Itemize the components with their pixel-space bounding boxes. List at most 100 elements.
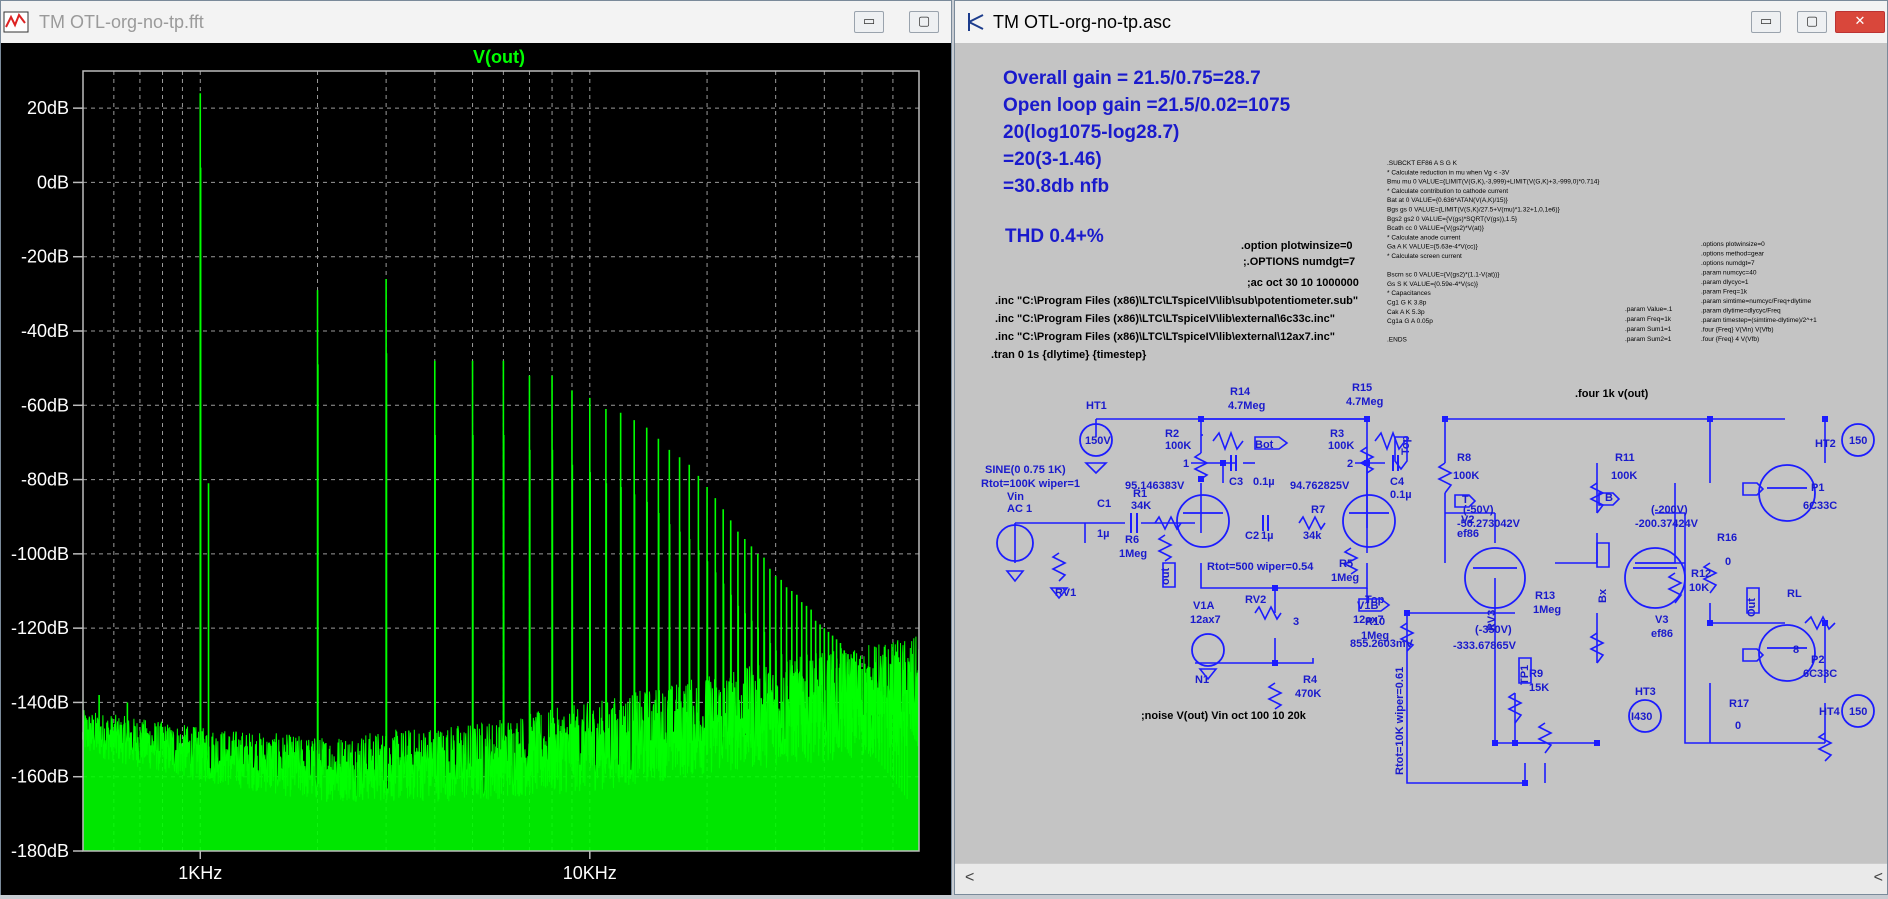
- lbl-node-3[interactable]: 3: [1293, 616, 1299, 628]
- chart-title-vout[interactable]: V(out): [473, 47, 525, 67]
- subckt-line[interactable]: Bat at 0 VALUE={0.636*ATAN(V(A,K)/15)}: [1387, 197, 1509, 204]
- directive-noise[interactable]: ;noise V(out) Vin oct 100 10 20k: [1141, 710, 1307, 722]
- lbl-minus350-actual[interactable]: -333.67865V: [1453, 640, 1517, 652]
- lbl-r6[interactable]: R6: [1125, 534, 1139, 546]
- directive-four[interactable]: .four 1k v(out): [1575, 388, 1649, 400]
- subckt-line[interactable]: Gs S K VALUE={0.59e-4*V(sc)}: [1387, 281, 1479, 288]
- subckt-line[interactable]: Cg1 G K 3.8p: [1387, 300, 1427, 307]
- lbl-r14[interactable]: R14: [1230, 386, 1251, 398]
- options-line[interactable]: .param dlytime=dlycyc/Freq: [1701, 308, 1781, 315]
- lbl-r5[interactable]: R5: [1339, 558, 1353, 570]
- lbl-r16[interactable]: R16: [1717, 532, 1737, 544]
- lbl-minus350[interactable]: (-350V): [1475, 624, 1512, 636]
- lbl-r4[interactable]: R4: [1303, 674, 1318, 686]
- lbl-r12[interactable]: R12: [1691, 568, 1711, 580]
- lbl-r1[interactable]: R1: [1133, 488, 1147, 500]
- lbl-ht4[interactable]: HT4: [1819, 706, 1841, 718]
- fft-plot-window[interactable]: TM OTL-org-no-tp.fft ▭ ▢ V(out) 20dB 0dB -…: [0, 0, 952, 895]
- param-text[interactable]: .param Value=.1 .param Freq=1k .param Sum1…: [1625, 306, 1673, 343]
- lbl-v1a[interactable]: V1A: [1193, 600, 1214, 612]
- subckt-line[interactable]: Bmu mu 0 VALUE={LIMIT(V(G,K),-3,999)+LIM…: [1387, 179, 1600, 186]
- lbl-r7[interactable]: R7: [1311, 504, 1325, 516]
- subckt-line[interactable]: .ENDS: [1387, 337, 1408, 344]
- lbl-c1[interactable]: C1: [1097, 498, 1111, 510]
- subckt-line[interactable]: Bscrn sc 0 VALUE={V(gs2)*(1.1-V(at))}: [1387, 272, 1500, 279]
- minimize-button[interactable]: ▭: [854, 11, 884, 33]
- directive-inc-potentiometer[interactable]: .inc "C:\Program Files (x86)\LTC\LTspice…: [995, 295, 1358, 307]
- schematic-drawing[interactable]: Overall gain = 21.5/0.75=28.7 Open loop …: [955, 43, 1887, 864]
- subckt-line[interactable]: * Capacitances: [1387, 290, 1431, 297]
- subckt-line[interactable]: * Calculate reduction in mu when Vg < -3…: [1387, 169, 1510, 176]
- directive-tran[interactable]: .tran 0 1s {dlytime} {timestep}: [991, 349, 1147, 361]
- options-line[interactable]: .options numdgt=7: [1701, 260, 1755, 267]
- scroll-right-arrow[interactable]: <: [1874, 869, 1883, 887]
- fft-chart[interactable]: V(out) 20dB 0dB -20dB -40dB -60dB -80dB -100dB…: [1, 43, 951, 895]
- options-line[interactable]: .four {Freq} V(Vin) V(Vfb): [1701, 327, 1774, 334]
- lbl-v3[interactable]: V3: [1655, 614, 1668, 626]
- lbl-minus50[interactable]: (-50V): [1463, 504, 1494, 516]
- lbl-top-flag[interactable]: Top: [1400, 435, 1412, 455]
- subckt-line[interactable]: Bcath cc 0 VALUE={V(gs2)*V(at)}: [1387, 225, 1485, 232]
- lbl-rtot-rv2[interactable]: Rtot=500 wiper=0.54: [1207, 561, 1314, 573]
- lbl-node-2[interactable]: 2: [1347, 458, 1353, 470]
- horizontal-scrollbar[interactable]: < <: [955, 863, 1887, 894]
- options-text[interactable]: .options plotwinsize=0 .options method=ge…: [1701, 241, 1817, 343]
- lbl-voltage-94[interactable]: 94.762825V: [1290, 480, 1350, 492]
- schematic-titlebar[interactable]: TM OTL-org-no-tp.asc ▭ ▢ ✕: [955, 1, 1887, 44]
- lbl-node-1[interactable]: 1: [1183, 458, 1189, 470]
- close-button[interactable]: ✕: [1835, 11, 1885, 33]
- directive-ac[interactable]: ;ac oct 30 10 1000000: [1247, 277, 1359, 289]
- note-overall-gain[interactable]: Overall gain = 21.5/0.75=28.7: [1003, 68, 1261, 89]
- maximize-button[interactable]: ▢: [909, 11, 939, 33]
- options-line[interactable]: .param simtime=numcyc/Freq+dlytime: [1701, 298, 1812, 305]
- scroll-left-arrow[interactable]: <: [965, 869, 974, 887]
- directive-option-plotwinsize[interactable]: .option plotwinsize=0: [1241, 240, 1353, 252]
- subckt-line[interactable]: * Calculate anode current: [1387, 234, 1461, 241]
- lbl-r15[interactable]: R15: [1352, 382, 1372, 394]
- lbl-r10[interactable]: R10: [1365, 616, 1385, 628]
- schematic-canvas[interactable]: Overall gain = 21.5/0.75=28.7 Open loop …: [955, 43, 1887, 864]
- subckt-line[interactable]: Cak A K 5.3p: [1387, 309, 1425, 316]
- lbl-rtot-rv3[interactable]: Rtot=10K wiper=0.61: [1394, 667, 1406, 775]
- subckt-line[interactable]: .SUBCKT EF86 A S G K: [1387, 160, 1458, 167]
- lbl-sine[interactable]: SINE(0 0.75 1K): [985, 464, 1066, 476]
- lbl-r8[interactable]: R8: [1457, 452, 1471, 464]
- param-line[interactable]: .param Sum2=1: [1625, 336, 1672, 343]
- options-line[interactable]: .four {Freq} 4 V(Vfb): [1701, 336, 1759, 343]
- note-calc-2[interactable]: =20(3-1.46): [1003, 149, 1102, 170]
- lbl-p1[interactable]: P1: [1811, 482, 1824, 494]
- directive-inc-6c33c[interactable]: .inc "C:\Program Files (x86)\LTC\LTspice…: [995, 313, 1335, 325]
- lbl-rtot-rv1[interactable]: Rtot=100K wiper=1: [981, 478, 1080, 490]
- lbl-bx-flag[interactable]: Bx: [1597, 588, 1609, 603]
- minimize-button[interactable]: ▭: [1751, 11, 1781, 33]
- lbl-ht3[interactable]: HT3: [1635, 686, 1656, 698]
- lbl-r2[interactable]: R2: [1165, 428, 1179, 440]
- lbl-r3[interactable]: R3: [1330, 428, 1344, 440]
- schematic-window[interactable]: TM OTL-org-no-tp.asc ▭ ▢ ✕ Overall gain …: [954, 0, 1888, 895]
- lbl-r17[interactable]: R17: [1729, 698, 1749, 710]
- lbl-rv2[interactable]: RV2: [1245, 594, 1266, 606]
- options-line[interactable]: .param timestep=(simtime-dlytime)/2^+1: [1701, 317, 1817, 324]
- subckt-line[interactable]: Bgs gs 0 VALUE={LIMIT(V(S,K)/27.5+V(mu)*…: [1387, 207, 1561, 214]
- lbl-c3[interactable]: C3: [1229, 476, 1243, 488]
- lbl-rl[interactable]: RL: [1787, 588, 1802, 600]
- note-thd[interactable]: THD 0.4+%: [1005, 226, 1104, 247]
- options-line[interactable]: .param dlycyc=1: [1701, 279, 1749, 286]
- subckt-line[interactable]: Ga A K VALUE={5.63e-4*V(cc)}: [1387, 244, 1479, 251]
- lbl-minus50-actual[interactable]: -50.273042V: [1457, 518, 1521, 530]
- lbl-out-right[interactable]: Out: [1746, 598, 1758, 617]
- lbl-n1[interactable]: N1: [1195, 674, 1209, 686]
- options-line[interactable]: .param Freq=1k: [1701, 289, 1748, 296]
- lbl-c4[interactable]: C4: [1390, 476, 1405, 488]
- param-line[interactable]: .param Value=.1: [1625, 306, 1673, 313]
- lbl-p2[interactable]: P2: [1811, 654, 1824, 666]
- lbl-c2[interactable]: C2: [1245, 530, 1259, 542]
- subckt-line[interactable]: Bgs2 gs2 0 VALUE={V(gs)*SQRT(V(gs)),1.5}: [1387, 216, 1518, 223]
- lbl-out-flag[interactable]: out: [1160, 568, 1172, 585]
- maximize-button[interactable]: ▢: [1797, 11, 1827, 33]
- lbl-ac1[interactable]: AC 1: [1007, 503, 1032, 515]
- lbl-r11[interactable]: R11: [1615, 452, 1635, 464]
- plot-area[interactable]: V(out) 20dB 0dB -20dB -40dB -60dB -80dB -100dB…: [1, 43, 951, 895]
- note-nfb[interactable]: =30.8db nfb: [1003, 176, 1109, 197]
- options-line[interactable]: .param numcyc=40: [1701, 270, 1757, 277]
